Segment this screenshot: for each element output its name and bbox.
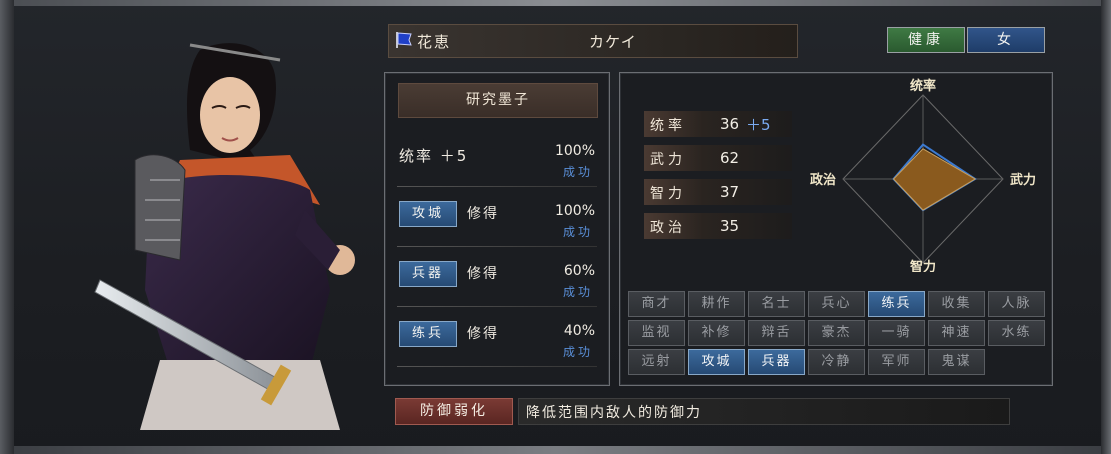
stat-value: 62 (720, 149, 740, 167)
technique-row-percent: 100% (554, 203, 595, 219)
stat-war: 武力 62 (644, 145, 792, 171)
stat-label: 武力 (650, 152, 686, 168)
officer-name-reading: カケイ (589, 33, 637, 51)
window-top-border (0, 0, 1111, 6)
skill-0-3[interactable]: 兵心 (808, 291, 865, 317)
skill-0-1[interactable]: 耕作 (688, 291, 745, 317)
skill-0-0[interactable]: 商才 (628, 291, 685, 317)
row-divider (397, 366, 597, 367)
gender-badge: 女 (967, 27, 1045, 53)
row-divider (397, 246, 597, 247)
stat-label: 智力 (650, 186, 686, 202)
stat-value: 37 (720, 183, 740, 201)
technique-row-percent: 60% (563, 263, 595, 279)
skill-1-6[interactable]: 水练 (988, 320, 1045, 346)
effect-name[interactable]: 防御弱化 (395, 398, 513, 425)
technique-row-percent: 100% (554, 143, 595, 159)
skill-2-5[interactable]: 鬼谋 (928, 349, 985, 375)
effect-description-box: 降低范围内敌人的防御力 (518, 398, 1010, 425)
technique-row-result: 成功 (562, 165, 593, 179)
skill-1-0[interactable]: 监视 (628, 320, 685, 346)
technique-row: 兵器 修得 60% 成功 (397, 255, 597, 307)
stat-intelligence: 智力 37 (644, 179, 792, 205)
skill-chip-siege[interactable]: 攻城 (399, 201, 457, 227)
skill-1-4[interactable]: 一骑 (868, 320, 925, 346)
technique-row: 统率 ＋5 100% 成功 (397, 135, 597, 187)
skill-0-5[interactable]: 收集 (928, 291, 985, 317)
radar-label-right: 武力 (1010, 172, 1036, 188)
technique-row-result: 成功 (562, 285, 593, 299)
skill-2-0[interactable]: 远射 (628, 349, 685, 375)
officer-portrait (94, 43, 355, 430)
stats-radar-chart: 统率 武力 智力 政治 (810, 78, 1036, 272)
flag-icon (396, 32, 412, 48)
stat-leadership: 统率 36 ＋5 (644, 111, 792, 137)
skill-1-5[interactable]: 神速 (928, 320, 985, 346)
skill-1-3[interactable]: 豪杰 (808, 320, 865, 346)
technique-row-percent: 40% (563, 323, 595, 339)
radar-label-bottom: 智力 (910, 259, 936, 272)
skill-2-1[interactable]: 攻城 (688, 349, 745, 375)
stat-politics: 政治 35 (644, 213, 792, 239)
technique-row-result: 成功 (562, 225, 593, 239)
radar-label-top: 统率 (910, 78, 936, 94)
radar-label-left: 政治 (810, 172, 836, 188)
row-divider (397, 306, 597, 307)
technique-row-desc: 修得 (467, 326, 499, 342)
skill-2-4[interactable]: 军师 (868, 349, 925, 375)
skill-0-2[interactable]: 名士 (748, 291, 805, 317)
technique-row-result: 成功 (562, 345, 593, 359)
stat-label: 政治 (650, 220, 686, 236)
skill-0-6[interactable]: 人脉 (988, 291, 1045, 317)
technique-row-desc: 修得 (467, 206, 499, 222)
technique-row: 练兵 修得 40% 成功 (397, 315, 597, 367)
officer-name-bar: 花恵 カケイ (388, 24, 798, 58)
officer-name: 花恵 (417, 33, 452, 51)
stat-bonus: ＋5 (746, 116, 771, 134)
stats-panel: 统率 36 ＋5 武力 62 智力 37 政治 35 统率 武力 智力 政治 商… (619, 72, 1053, 386)
effect-description: 降低范围内敌人的防御力 (526, 405, 702, 421)
technique-row-desc: 修得 (467, 266, 499, 282)
stat-value: 35 (720, 217, 740, 235)
window-left-border (0, 0, 14, 454)
skill-1-1[interactable]: 补修 (688, 320, 745, 346)
technique-title: 研究墨子 (398, 83, 598, 118)
skill-2-3[interactable]: 冷静 (808, 349, 865, 375)
technique-row: 攻城 修得 100% 成功 (397, 195, 597, 247)
skill-2-2[interactable]: 兵器 (748, 349, 805, 375)
skill-chip-weapons[interactable]: 兵器 (399, 261, 457, 287)
radar-value-shape (892, 148, 977, 211)
window-right-border (1101, 0, 1111, 454)
row-divider (397, 186, 597, 187)
technique-panel: 研究墨子 统率 ＋5 100% 成功 攻城 修得 100% 成功 兵器 修得 6… (384, 72, 610, 386)
skill-chip-training[interactable]: 练兵 (399, 321, 457, 347)
technique-row-label: 统率 ＋5 (399, 147, 469, 165)
stat-value: 36 (720, 115, 740, 133)
health-badge: 健康 (887, 27, 965, 53)
skill-0-4[interactable]: 练兵 (868, 291, 925, 317)
skill-1-2[interactable]: 辩舌 (748, 320, 805, 346)
stat-label: 统率 (650, 118, 686, 134)
